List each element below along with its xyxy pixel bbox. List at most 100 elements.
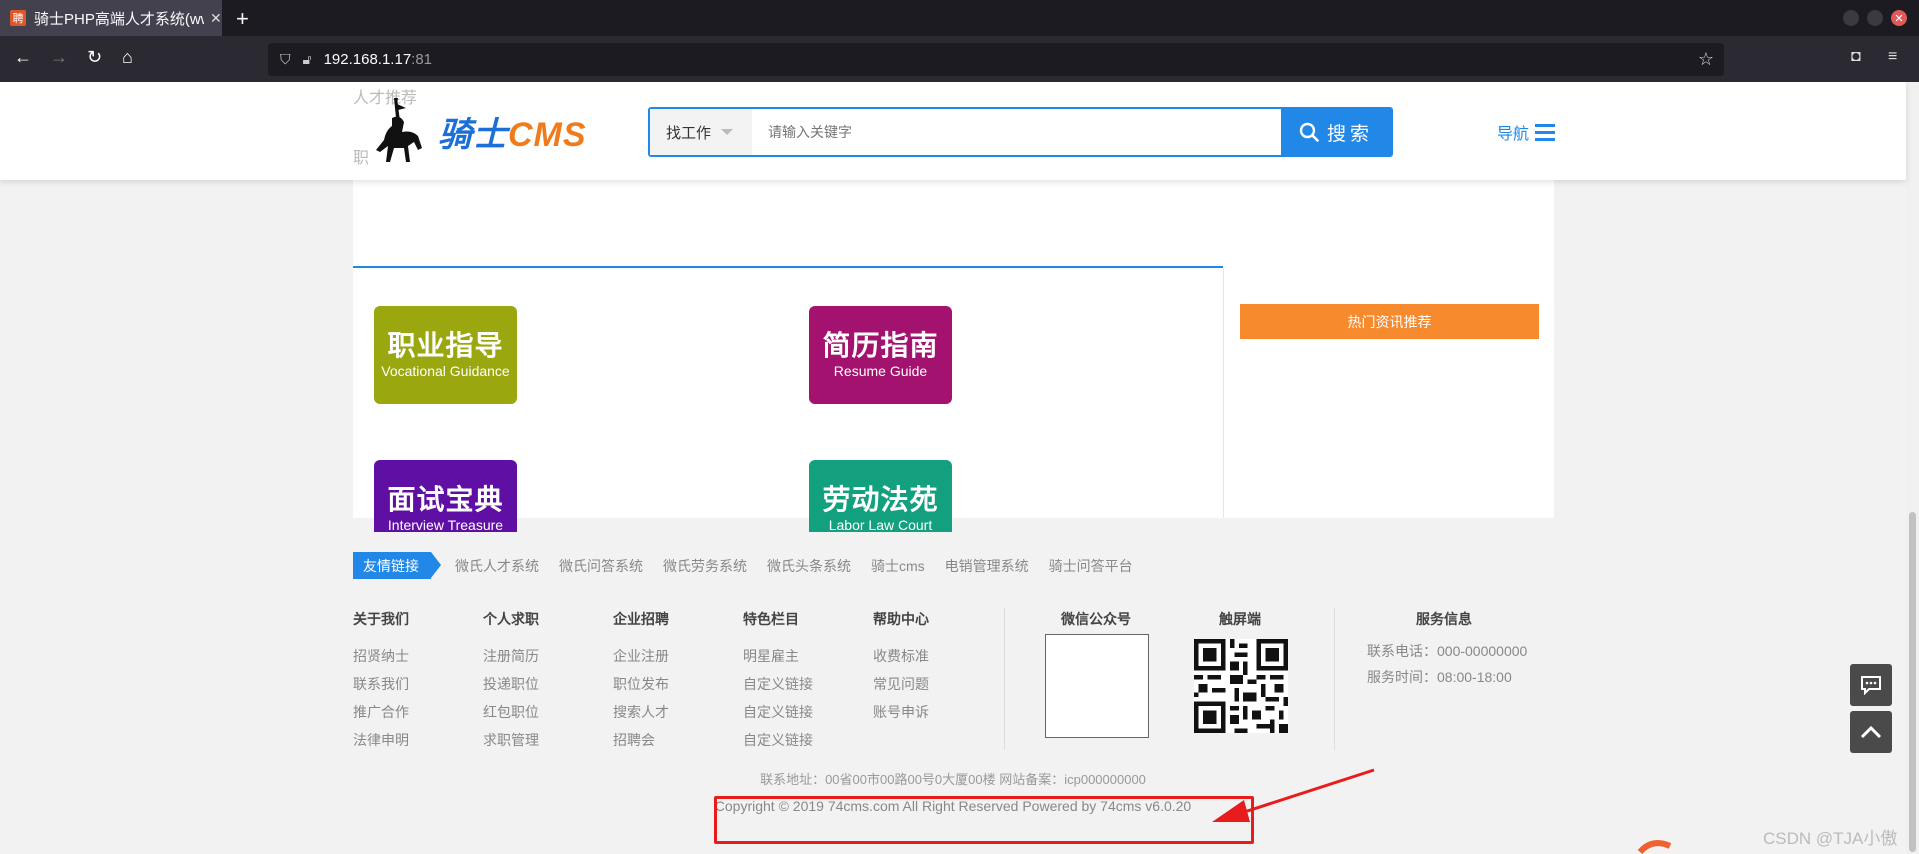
url-host: 192.168.1.17 [323,51,412,68]
footer-link[interactable]: 明星雇主 [743,647,813,665]
reload-icon[interactable]: ↻ [87,47,102,68]
nav-toggle[interactable]: 导航 [1497,120,1556,144]
tile-resume-guide[interactable]: 简历指南 Resume Guide [809,306,952,404]
footer-link[interactable]: 招聘会 [613,731,669,749]
footer-link[interactable]: 求职管理 [483,731,539,749]
shield-icon[interactable]: ⛉ [280,51,291,68]
column-divider [1223,268,1224,518]
back-icon[interactable]: ← [14,47,32,68]
maximize-icon[interactable] [1867,10,1883,26]
friend-link[interactable]: 骑士cms [871,556,925,576]
chat-icon [1861,676,1881,695]
footer-column-title: 个人求职 [483,611,539,627]
touch-qr-title: 触屏端 [1219,611,1261,627]
browser-tab-bar: 聘 骑士PHP高端人才系统(ww ✕ + ✕ [0,0,1919,36]
menu-icon[interactable]: ≡ [1888,48,1897,66]
nav-label: 导航 [1497,126,1530,143]
footer-column-employer: 企业招聘 企业注册 职位发布 搜索人才 招聘会 [613,609,669,759]
footer-column-title: 关于我们 [353,611,409,627]
wechat-qr-title: 微信公众号 [1061,611,1131,627]
site-logo[interactable]: 骑士CMS [372,96,587,166]
footer-link[interactable]: 常见问题 [873,675,929,693]
forward-icon[interactable]: → [50,47,68,68]
footer-link[interactable]: 自定义链接 [743,731,813,749]
friend-link[interactable]: 骑士问答平台 [1049,556,1133,576]
browser-nav-bar: ← → ↻ ⌂ ⛉ 🔓︎ 192.168.1.17:81 ☆ ◘ ≡ [0,36,1919,82]
search-input[interactable] [752,109,1281,155]
section-underline [353,266,1223,268]
service-hours: 服务时间：08:00-18:00 [1367,669,1512,685]
hamburger-icon [1535,123,1556,141]
insecure-lock-icon[interactable]: 🔓︎ [303,51,312,68]
friend-links: 友情链接 微氏人才系统 微氏问答系统 微氏劳务系统 微氏头条系统 骑士cms 电… [353,552,1153,579]
tile-vocational-guidance[interactable]: 职业指导 Vocational Guidance [374,306,517,404]
footer-column-title: 特色栏目 [743,611,799,627]
footer-link[interactable]: 联系我们 [353,675,409,693]
footer-link[interactable]: 职位发布 [613,675,669,693]
tile-title: 职业指导 [387,330,504,361]
footer-link[interactable]: 投递职位 [483,675,539,693]
bookmark-star-icon[interactable]: ☆ [1698,49,1714,70]
minimize-icon[interactable] [1843,10,1859,26]
new-tab-icon[interactable]: + [236,6,249,32]
chevron-up-icon [1860,725,1882,739]
search-type-select[interactable]: 找工作 [650,109,752,155]
feedback-button[interactable] [1850,664,1892,706]
friend-link[interactable]: 电销管理系统 [945,556,1029,576]
friend-link[interactable]: 微氏劳务系统 [663,556,747,576]
home-icon[interactable]: ⌂ [122,47,133,68]
touch-qr-code-icon [1194,639,1288,733]
friend-link[interactable]: 微氏人才系统 [455,556,539,576]
friend-link[interactable]: 微氏问答系统 [559,556,643,576]
search-button[interactable]: 搜索 [1281,109,1391,155]
window-controls: ✕ [1843,10,1907,26]
footer-link[interactable]: 搜索人才 [613,703,669,721]
search-bar: 找工作 搜索 [648,107,1393,157]
scrollbar-thumb[interactable] [1909,512,1916,852]
footer-column-jobseeker: 个人求职 注册简历 投递职位 红包职位 求职管理 [483,609,539,759]
tile-title: 劳动法苑 [822,484,939,515]
tile-subtitle: Vocational Guidance [381,363,510,379]
hot-news-button[interactable]: 热门资讯推荐 [1240,304,1539,339]
footer-link[interactable]: 自定义链接 [743,675,813,693]
brand-main: 骑士 [438,115,508,154]
tile-title: 面试宝典 [387,484,504,515]
brand-name: 骑士CMS [438,107,587,156]
tile-title: 简历指南 [822,330,939,361]
search-button-label: 搜索 [1326,123,1373,145]
tab-close-icon[interactable]: ✕ [210,10,222,27]
window-close-icon[interactable]: ✕ [1891,10,1907,26]
page-viewport: 人才推荐 职 骑士CMS 找工作 搜索 导航 [0,82,1919,854]
site-header: 人才推荐 职 骑士CMS 找工作 搜索 导航 [0,82,1906,180]
back-to-top-button[interactable] [1850,711,1892,753]
wechat-qr-image [1045,634,1149,738]
footer-link[interactable]: 自定义链接 [743,703,813,721]
search-type-label: 找工作 [666,124,712,142]
footer-link[interactable]: 红包职位 [483,703,539,721]
footer-link[interactable]: 企业注册 [613,647,669,665]
page-scrollbar[interactable] [1906,82,1919,854]
friend-links-tag: 友情链接 [353,552,441,579]
footer-divider [1004,608,1005,750]
url-bar[interactable]: ⛉ 🔓︎ 192.168.1.17:81 ☆ [268,43,1724,76]
footer-link[interactable]: 账号申诉 [873,703,929,721]
annotation-highlight-box [714,796,1254,844]
footer-column-title: 企业招聘 [613,611,669,627]
pocket-icon[interactable]: ◘ [1851,48,1861,66]
knight-logo-icon [376,97,422,162]
footer-column-about: 关于我们 招贤纳士 联系我们 推广合作 法律申明 [353,609,409,759]
footer-link[interactable]: 法律申明 [353,731,409,749]
service-phone: 联系电话：000-00000000 [1367,643,1528,659]
search-icon [1299,122,1319,142]
footer-link[interactable]: 注册简历 [483,647,539,665]
footer-column-featured: 特色栏目 明星雇主 自定义链接 自定义链接 自定义链接 [743,609,813,759]
footer-link[interactable]: 招贤纳士 [353,647,409,665]
friend-link[interactable]: 微氏头条系统 [767,556,851,576]
url-port: :81 [411,51,433,68]
browser-tab[interactable]: 聘 骑士PHP高端人才系统(ww ✕ [0,0,222,36]
footer-link[interactable]: 推广合作 [353,703,409,721]
footer-link[interactable]: 收费标准 [873,647,929,665]
service-title: 服务信息 [1416,611,1472,627]
article-section: 职业指导 Vocational Guidance 简历指南 Resume Gui… [353,180,1554,558]
footer-column-help: 帮助中心 收费标准 常见问题 账号申诉 [873,609,929,731]
